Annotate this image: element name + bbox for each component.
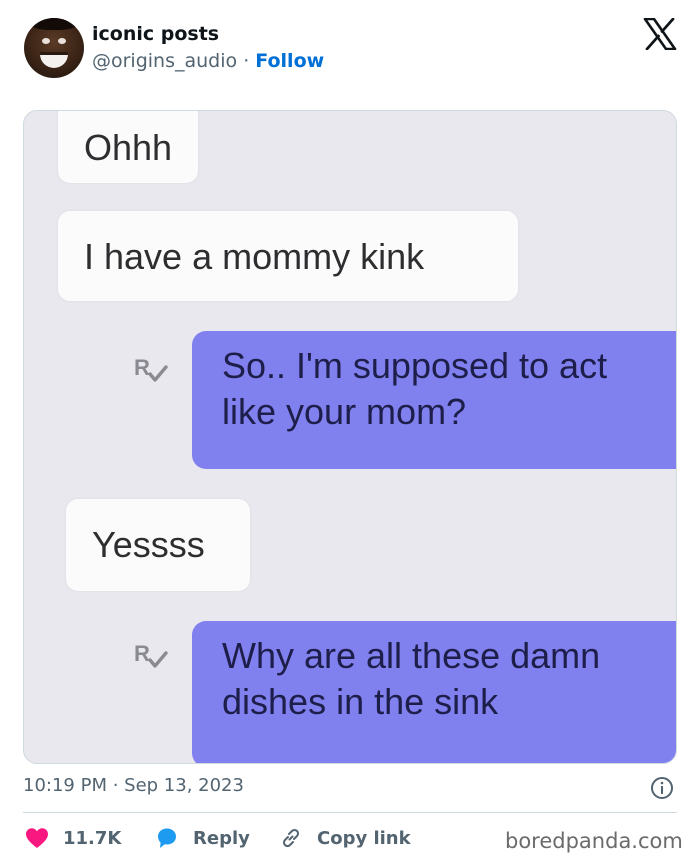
message-line: dishes in the sink (222, 681, 499, 722)
author-name[interactable]: iconic posts (92, 23, 219, 45)
post-image[interactable]: Ohhh I have a mommy kink R So.. I'm supp… (23, 110, 677, 764)
reply-label: Reply (193, 827, 250, 849)
outgoing-message: Why are all these damn dishes in the sin… (192, 621, 676, 763)
message-text: Yessss (92, 524, 205, 565)
outgoing-message: So.. I'm supposed to act like your mom? (192, 331, 676, 469)
watermark: boredpanda.com (505, 829, 683, 853)
svg-text:R: R (134, 355, 150, 380)
incoming-message: I have a mommy kink (58, 211, 518, 301)
heart-icon (26, 828, 48, 848)
like-button[interactable]: 11.7K (25, 824, 121, 852)
copy-link-button[interactable]: Copy link (279, 824, 411, 852)
info-icon[interactable] (650, 776, 674, 800)
like-count: 11.7K (63, 827, 122, 849)
tweet-card: iconic posts @origins_audio · Follow Ohh… (0, 0, 700, 866)
post-timestamp[interactable]: 10:19 PM · Sep 13, 2023 (23, 775, 244, 796)
read-receipt-icon: R (134, 641, 168, 668)
link-icon (282, 828, 300, 848)
meta-separator: · (237, 50, 256, 72)
copy-link-label: Copy link (317, 827, 411, 849)
author-handle[interactable]: @origins_audio (92, 50, 237, 72)
incoming-message: Ohhh (58, 111, 199, 183)
avatar[interactable] (24, 18, 84, 78)
message-line: So.. I'm supposed to act (222, 345, 608, 386)
message-line: like your mom? (222, 391, 467, 432)
svg-text:R: R (134, 641, 150, 666)
incoming-message: Yessss (66, 499, 250, 591)
message-line: Why are all these damn (222, 635, 601, 676)
x-logo-icon[interactable] (643, 18, 677, 50)
reply-icon (158, 828, 176, 848)
message-text: Ohhh (84, 127, 173, 168)
message-text: I have a mommy kink (84, 236, 425, 277)
follow-button[interactable]: Follow (255, 50, 324, 72)
author-meta: @origins_audio · Follow (92, 50, 324, 72)
reply-button[interactable]: Reply (155, 824, 250, 852)
read-receipt-icon: R (134, 355, 168, 382)
divider (23, 812, 677, 813)
